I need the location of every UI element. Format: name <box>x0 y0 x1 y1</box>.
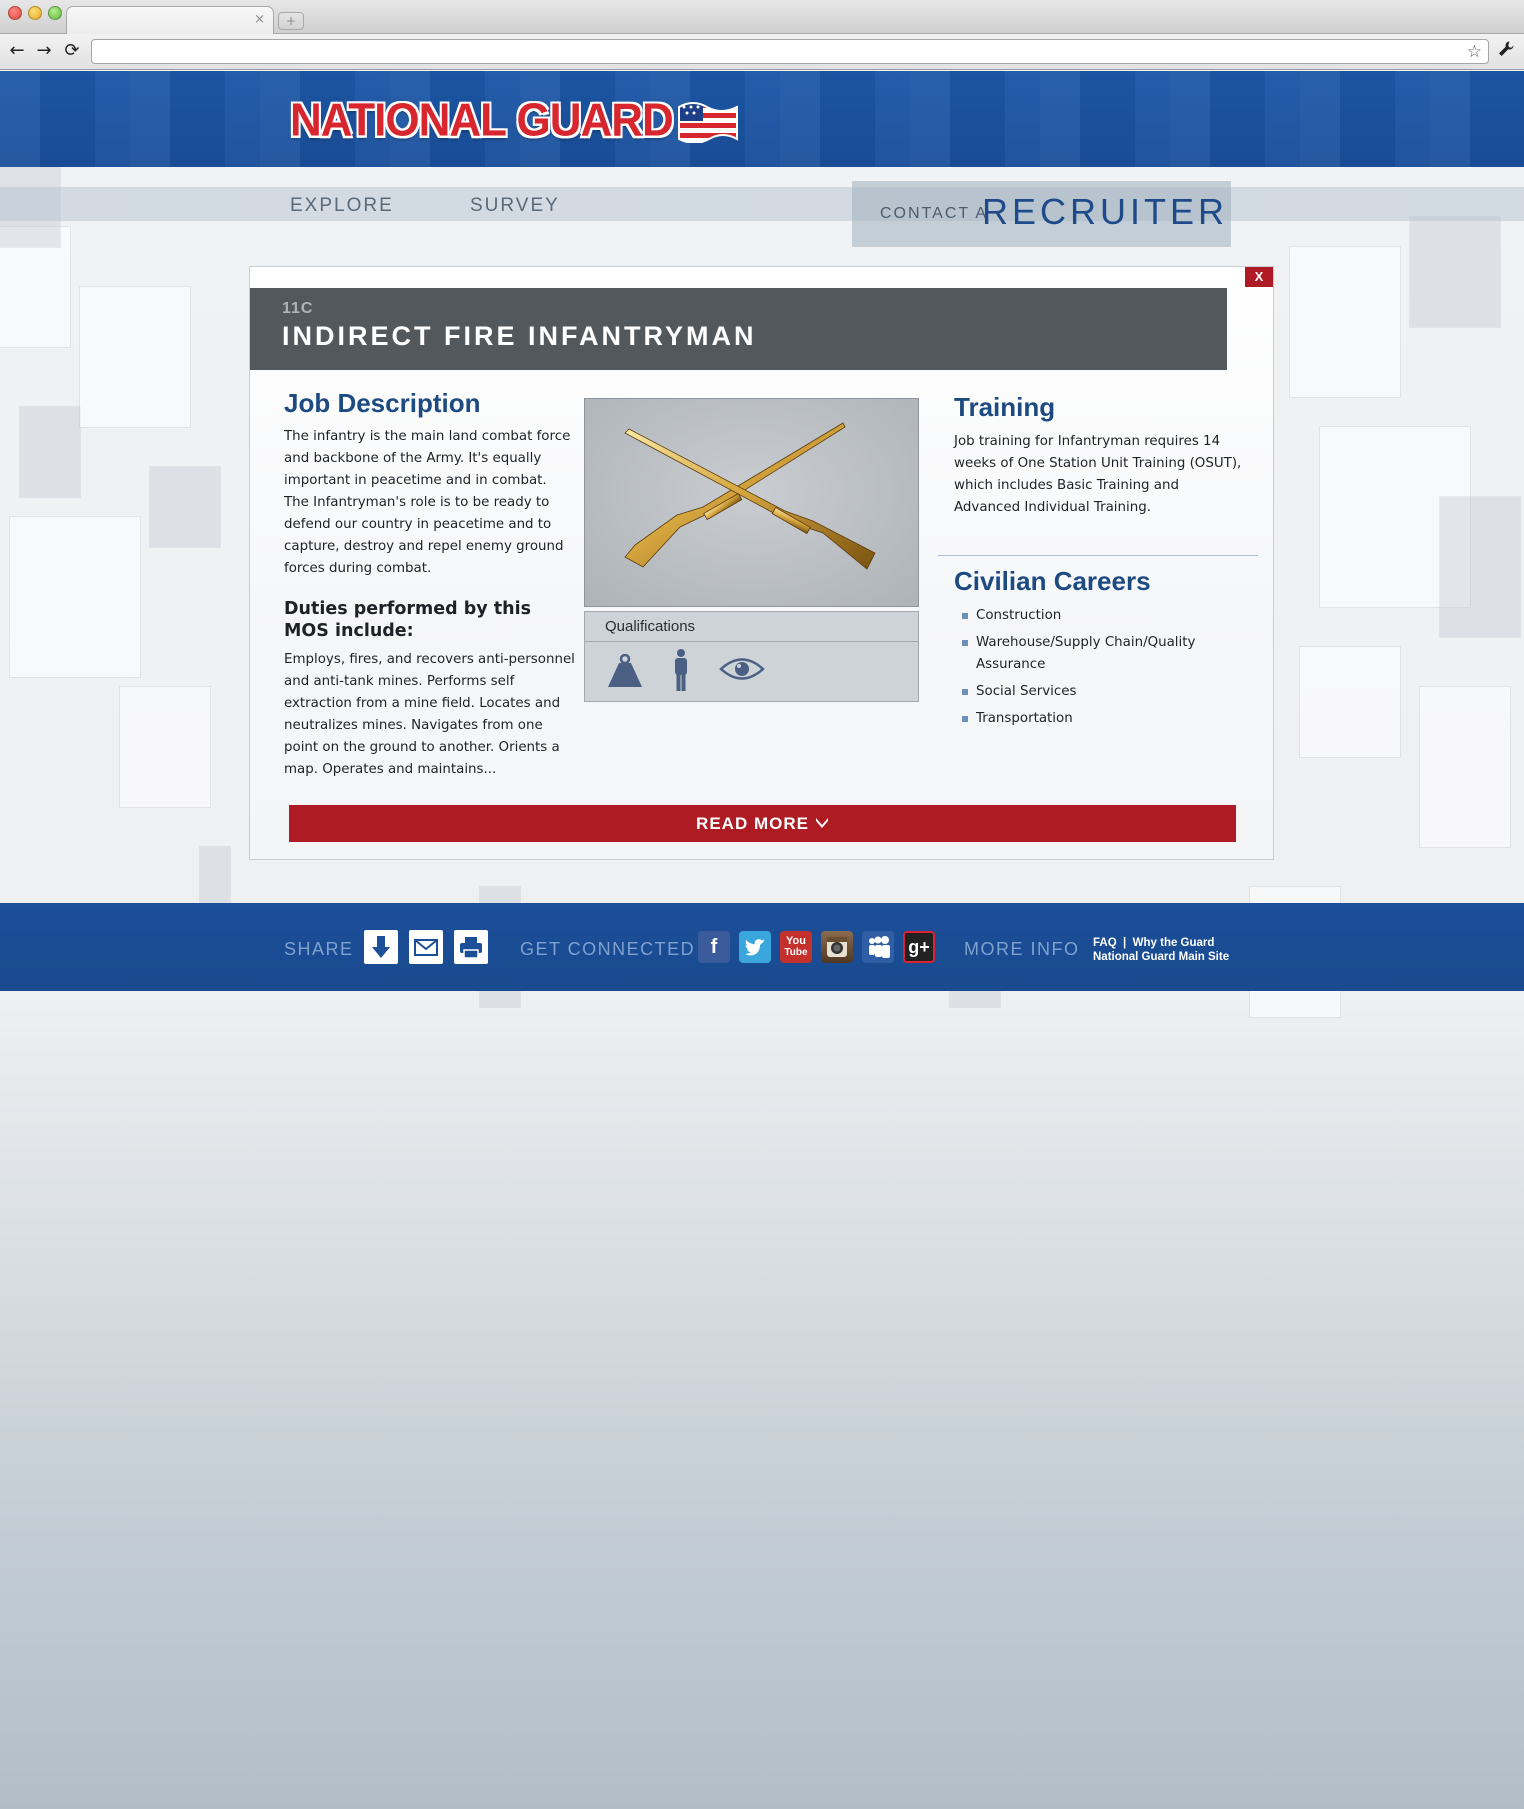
contact-label: CONTACT A <box>880 205 989 222</box>
more-info-label: MORE INFO <box>964 939 1080 959</box>
reload-button[interactable]: ⟳ <box>61 40 83 62</box>
browser-titlebar: × + <box>0 0 1524 35</box>
main-site-link[interactable]: National Guard Main Site <box>1093 950 1229 964</box>
nav-strip <box>0 187 1524 221</box>
duties-heading: Duties performed by this MOS include: <box>284 599 532 641</box>
job-header: 11C INDIRECT FIRE INFANTRYMAN <box>250 288 1227 370</box>
close-window-button[interactable] <box>8 6 22 20</box>
download-icon[interactable] <box>364 930 398 964</box>
list-item: Construction <box>962 605 1252 627</box>
footer-bar: SHARE GET CONNECTED f You Tube g+ MORE IN… <box>0 903 1524 991</box>
get-connected-label: GET CONNECTED <box>520 939 696 959</box>
list-item: Social Services <box>962 681 1252 703</box>
link-separator: | <box>1123 937 1127 949</box>
read-more-button[interactable]: READ MORE <box>289 805 1236 842</box>
myspace-icon[interactable] <box>862 931 894 963</box>
more-info-links: FAQ | Why the Guard National Guard Main … <box>1093 936 1229 964</box>
print-icon[interactable] <box>454 930 488 964</box>
job-title: INDIRECT FIRE INFANTRYMAN <box>282 321 757 351</box>
modal-close-button[interactable]: X <box>1245 267 1273 287</box>
logo-text: NATIONAL GUARD <box>290 94 674 147</box>
faq-link[interactable]: FAQ <box>1093 937 1117 949</box>
facebook-icon[interactable]: f <box>698 931 730 963</box>
mos-code: 11C <box>282 300 314 317</box>
qualifications-panel: Qualifications <box>584 611 919 702</box>
browser-toolbar: ← → ⟳ ☆ <box>0 34 1524 70</box>
flag-icon <box>677 102 738 143</box>
site-header: NATIONAL GUARD <box>0 71 1524 167</box>
duties-text: Employs, fires, and recovers anti-person… <box>284 652 575 777</box>
browser-tab[interactable]: × <box>66 6 274 35</box>
person-icon <box>675 649 687 691</box>
email-icon[interactable] <box>409 930 443 964</box>
civilian-careers-list: Construction Warehouse/Supply Chain/Qual… <box>962 605 1252 735</box>
forward-button[interactable]: → <box>33 40 55 62</box>
address-bar[interactable]: ☆ <box>91 39 1489 64</box>
twitter-icon[interactable] <box>739 931 771 963</box>
google-plus-icon[interactable]: g+ <box>903 931 935 963</box>
list-item: Transportation <box>962 708 1252 730</box>
share-label: SHARE <box>284 939 354 959</box>
list-item: Warehouse/Supply Chain/Quality Assurance <box>962 632 1252 676</box>
read-more-label: READ MORE <box>696 814 809 833</box>
job-description-text: The infantry is the main land combat for… <box>284 429 571 576</box>
minimize-window-button[interactable] <box>28 6 42 20</box>
star-icon[interactable]: ☆ <box>1467 41 1482 63</box>
civilian-careers-heading: Civilian Careers <box>954 566 1151 596</box>
contact-recruiter-button[interactable]: CONTACT A RECRUITER <box>852 181 1231 247</box>
weight-icon <box>608 654 642 687</box>
qualifications-heading: Qualifications <box>585 612 918 642</box>
training-heading: Training <box>954 392 1056 422</box>
back-button[interactable]: ← <box>6 40 28 62</box>
section-divider <box>938 555 1258 556</box>
eye-icon <box>719 658 765 680</box>
zoom-window-button[interactable] <box>48 6 62 20</box>
new-tab-button[interactable]: + <box>278 12 304 30</box>
nav-explore[interactable]: EXPLORE <box>290 195 394 217</box>
chevron-down-icon <box>815 805 829 842</box>
training-text: Job training for Infantryman requires 14… <box>954 434 1242 515</box>
job-description-heading: Job Description <box>284 388 481 418</box>
instagram-icon[interactable] <box>821 931 853 963</box>
crossed-rifles-insignia <box>584 398 919 607</box>
wrench-icon[interactable] <box>1497 40 1515 64</box>
youtube-icon[interactable]: You Tube <box>780 931 812 963</box>
why-the-guard-link[interactable]: Why the Guard <box>1133 937 1215 949</box>
national-guard-logo[interactable]: NATIONAL GUARD <box>290 95 739 147</box>
recruiter-label: RECRUITER <box>982 191 1229 232</box>
nav-survey[interactable]: SURVEY <box>470 195 560 217</box>
tab-close-icon[interactable]: × <box>254 12 265 27</box>
